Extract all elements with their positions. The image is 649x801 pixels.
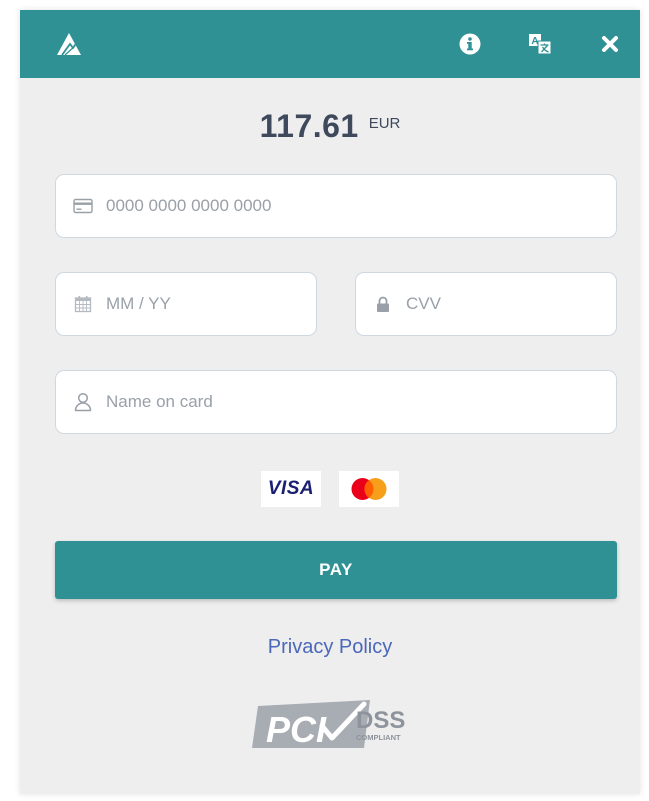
card-number-input[interactable]: [106, 196, 616, 216]
amount-display: 117.61 EUR: [20, 108, 640, 145]
name-on-card-field[interactable]: [55, 370, 617, 434]
lock-icon: [372, 293, 394, 315]
calendar-icon: [72, 293, 94, 315]
compliant-text: COMPLIANT: [356, 733, 401, 742]
card-number-field[interactable]: [55, 174, 617, 238]
amount-value: 117.61: [259, 108, 359, 144]
dss-text: DSS: [356, 707, 405, 734]
cvv-field[interactable]: [355, 272, 617, 336]
visa-logo: VISA: [261, 471, 321, 507]
privacy-policy-link[interactable]: Privacy Policy: [20, 636, 640, 659]
payment-widget: A 117.61 EUR 0000 0000 0000 0000 MM / YY…: [20, 10, 640, 794]
close-icon[interactable]: [596, 30, 624, 58]
translate-icon[interactable]: A: [526, 30, 554, 58]
cvv-input[interactable]: [406, 294, 616, 314]
pci-text: PCI: [266, 709, 327, 750]
expiry-field[interactable]: [55, 272, 317, 336]
credit-card-icon: [72, 195, 94, 217]
name-on-card-input[interactable]: [106, 392, 616, 412]
pay-button[interactable]: PAY: [55, 541, 617, 599]
user-icon: [72, 391, 94, 413]
mountain-logo-icon: [56, 32, 82, 56]
currency-label: EUR: [368, 115, 401, 132]
pay-button-label: PAY: [319, 560, 353, 579]
info-icon[interactable]: [456, 30, 484, 58]
header-bar: A: [20, 10, 640, 78]
expiry-input[interactable]: [106, 294, 316, 314]
mastercard-icon: [339, 471, 399, 507]
visa-text: VISA: [267, 478, 315, 499]
pci-dss-compliant-logo: PCI DSS COMPLIANT: [252, 696, 422, 752]
accepted-cards: VISA: [20, 471, 640, 507]
